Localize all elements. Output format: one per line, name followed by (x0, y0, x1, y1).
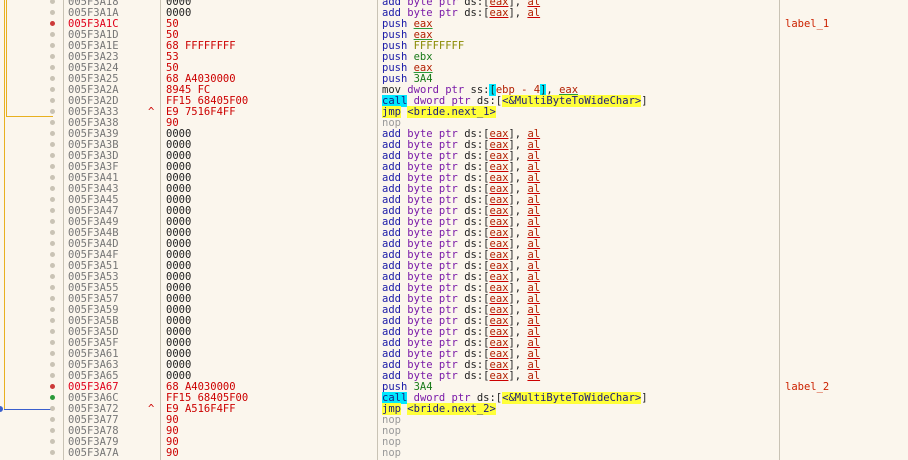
breakpoint-slot-icon[interactable] (50, 32, 55, 37)
breakpoint-slot-icon[interactable] (50, 43, 55, 48)
breakpoint-slot-icon[interactable] (50, 417, 55, 422)
breakpoint-slot-icon[interactable] (50, 296, 55, 301)
disasm-row[interactable]: 005F3A1E 68 FFFFFFFF push FFFFFFFF (0, 41, 908, 52)
breakpoint-slot-icon[interactable] (50, 263, 55, 268)
breakpoint-slot-icon[interactable] (50, 285, 55, 290)
breakpoint-slot-icon[interactable] (50, 252, 55, 257)
breakpoint-slot-icon[interactable] (50, 120, 55, 125)
current-instruction-dot-icon[interactable] (50, 395, 55, 400)
disasm-row[interactable]: 005F3A65 0000 add byte ptr ds:[eax], al (0, 371, 908, 382)
disasm-row[interactable]: 005F3A77 90 nop (0, 415, 908, 426)
breakpoint-slot-icon[interactable] (50, 87, 55, 92)
breakpoint-slot-icon[interactable] (50, 406, 55, 411)
breakpoint-slot-icon[interactable] (50, 329, 55, 334)
bytes-cell: 90 (166, 447, 179, 459)
breakpoint-slot-icon[interactable] (50, 164, 55, 169)
disasm-row[interactable]: 005F3A1A 0000 add byte ptr ds:[eax], al (0, 8, 908, 19)
breakpoint-dot-icon[interactable] (50, 21, 55, 26)
breakpoint-slot-icon[interactable] (50, 428, 55, 433)
breakpoint-slot-icon[interactable] (50, 318, 55, 323)
disasm-row[interactable]: 005F3A33 ^ E9 7516F4FF jmp <bride.next_1> (0, 106, 908, 118)
breakpoint-slot-icon[interactable] (50, 197, 55, 202)
disasm-row[interactable]: 005F3A23 53 push ebx (0, 52, 908, 63)
jump-up-marker: ^ (148, 403, 155, 415)
disasm-row[interactable]: 005F3A72 ^ E9 A516F4FF jmp <bride.next_2> (0, 403, 908, 415)
disassembly-view[interactable]: 005F3A18 0000 add byte ptr ds:[eax], al 005… (0, 0, 908, 459)
breakpoint-slot-icon[interactable] (50, 0, 55, 4)
breakpoint-slot-icon[interactable] (50, 65, 55, 70)
comment-label: label_1 (785, 18, 830, 30)
breakpoint-slot-icon[interactable] (50, 153, 55, 158)
breakpoint-slot-icon[interactable] (50, 76, 55, 81)
disasm-row[interactable]: 005F3A24 50 push eax (0, 63, 908, 74)
breakpoint-slot-icon[interactable] (50, 230, 55, 235)
breakpoint-slot-icon[interactable] (50, 241, 55, 246)
breakpoint-slot-icon[interactable] (50, 10, 55, 15)
disasm-row[interactable]: 005F3A78 90 nop (0, 426, 908, 437)
disasm-row[interactable]: 005F3A79 90 nop (0, 437, 908, 448)
breakpoint-slot-icon[interactable] (50, 274, 55, 279)
breakpoint-slot-icon[interactable] (50, 98, 55, 103)
breakpoint-slot-icon[interactable] (50, 219, 55, 224)
breakpoint-slot-icon[interactable] (50, 439, 55, 444)
breakpoint-slot-icon[interactable] (50, 54, 55, 59)
comment-label: label_2 (785, 381, 830, 393)
breakpoint-dot-icon[interactable] (50, 384, 55, 389)
breakpoint-slot-icon[interactable] (50, 109, 55, 114)
breakpoint-slot-icon[interactable] (50, 175, 55, 180)
breakpoint-slot-icon[interactable] (50, 340, 55, 345)
breakpoint-slot-icon[interactable] (50, 362, 55, 367)
disasm-row[interactable]: 005F3A1C 50 push eax label_1 (0, 19, 908, 30)
breakpoint-slot-icon[interactable] (50, 208, 55, 213)
breakpoint-slot-icon[interactable] (50, 373, 55, 378)
address-cell: 005F3A7A (68, 447, 119, 459)
breakpoint-slot-icon[interactable] (50, 142, 55, 147)
instruction-cell: nop (382, 447, 401, 459)
jump-up-marker: ^ (148, 106, 155, 118)
disasm-row[interactable]: 005F3A7A 90 nop (0, 448, 908, 459)
breakpoint-slot-icon[interactable] (50, 186, 55, 191)
breakpoint-slot-icon[interactable] (50, 450, 55, 455)
breakpoint-slot-icon[interactable] (50, 131, 55, 136)
breakpoint-slot-icon[interactable] (50, 307, 55, 312)
breakpoint-slot-icon[interactable] (50, 351, 55, 356)
